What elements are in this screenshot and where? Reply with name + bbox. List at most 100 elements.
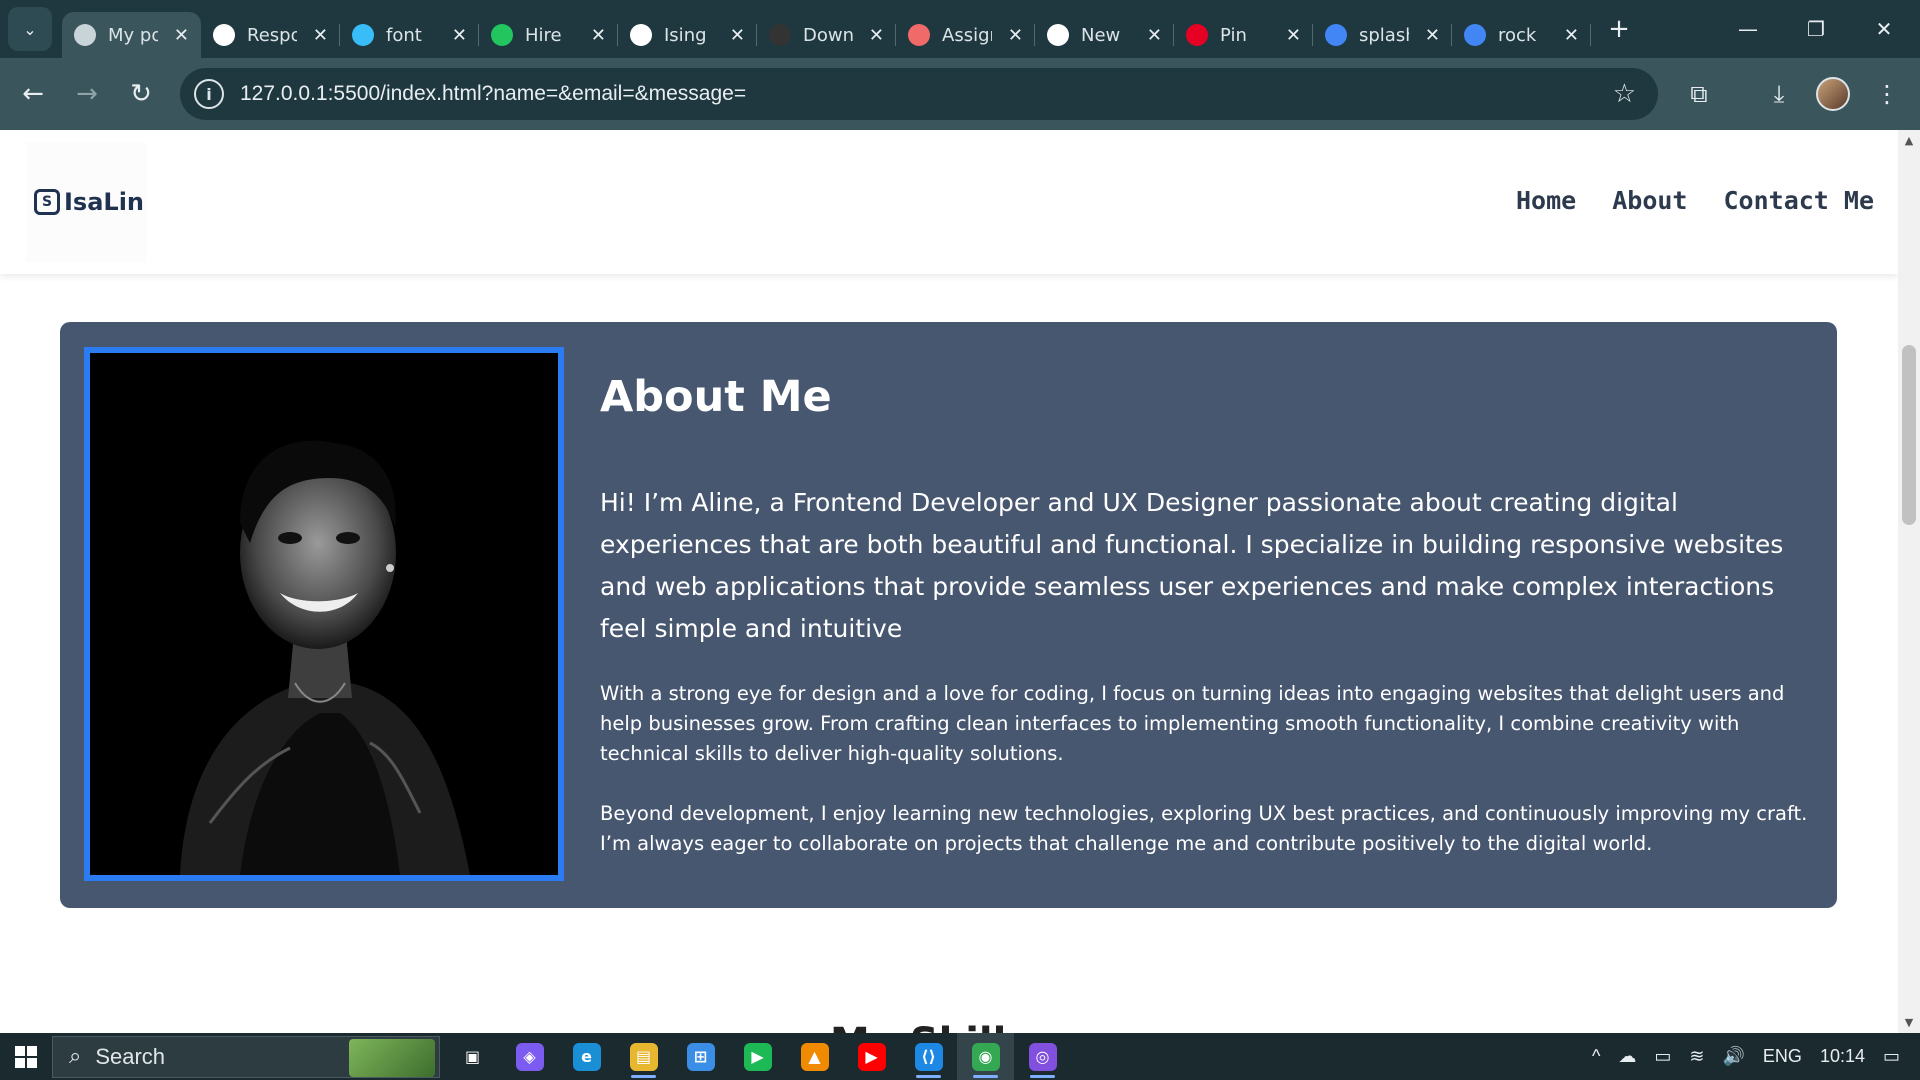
nav-link-about[interactable]: About xyxy=(1612,186,1687,215)
back-button[interactable]: ← xyxy=(6,67,60,121)
address-bar[interactable]: i 127.0.0.1:5500/index.html?name=&email=… xyxy=(180,68,1658,120)
tab-close-icon[interactable]: ✕ xyxy=(1286,25,1301,46)
volume-icon[interactable]: 🔊 xyxy=(1723,1046,1745,1067)
task-view-icon: ▣ xyxy=(464,1047,481,1066)
browser-menu-icon[interactable]: ⋮ xyxy=(1860,58,1914,130)
nav-link-contact[interactable]: Contact Me xyxy=(1723,186,1874,215)
browser-tab[interactable]: New ✕ xyxy=(1035,12,1174,58)
language-indicator[interactable]: ENG xyxy=(1763,1046,1802,1067)
tab-title: splash xyxy=(1359,24,1409,46)
browser-tab[interactable]: Download ✕ xyxy=(757,12,896,58)
forward-button[interactable]: → xyxy=(60,67,114,121)
tab-title: Ising xyxy=(664,24,707,46)
youtube-icon: ▶ xyxy=(857,1042,886,1071)
file-explorer-icon: ▤ xyxy=(629,1042,658,1071)
google-icon xyxy=(1325,24,1347,46)
tab-title: New xyxy=(1081,24,1121,46)
taskbar-app[interactable]: ▶ xyxy=(729,1033,786,1080)
taskbar-app[interactable]: ⊞ xyxy=(672,1033,729,1080)
tab-close-icon[interactable]: ✕ xyxy=(1425,25,1440,46)
tab-close-icon[interactable]: ✕ xyxy=(730,25,745,46)
store-icon: ⊞ xyxy=(686,1042,715,1071)
tab-close-icon[interactable]: ✕ xyxy=(452,25,467,46)
taskbar-app[interactable]: ▲ xyxy=(786,1033,843,1080)
tab-title: Assignment xyxy=(942,24,992,46)
asana-icon xyxy=(908,24,930,46)
about-section: About Me Hi! I’m Aline, a Frontend Devel… xyxy=(60,322,1837,908)
copilot-icon: ◈ xyxy=(515,1042,544,1071)
start-button[interactable] xyxy=(0,1033,52,1080)
windows-taskbar: ⌕ Search ▣ ◈ e ▤ ⊞ ▶ ▲ ▶ ⟨⟩ ◉ ◎ ^ ☁ ▭ ≋ 🔊 ENG 10:1… xyxy=(0,1033,1920,1080)
tab-close-icon[interactable]: ✕ xyxy=(1564,25,1579,46)
taskbar-app[interactable]: ▶ xyxy=(843,1033,900,1080)
about-paragraph-3: Beyond development, I enjoy learning new… xyxy=(600,802,1808,855)
edge-icon: e xyxy=(572,1042,601,1071)
tab-title: Hire xyxy=(525,24,562,46)
onedrive-icon[interactable]: ☁ xyxy=(1618,1046,1636,1067)
taskbar-app[interactable]: ⟨⟩ xyxy=(900,1033,957,1080)
openai-icon xyxy=(213,24,235,46)
restore-button[interactable]: ❐ xyxy=(1782,0,1850,58)
window-close-button[interactable]: ✕ xyxy=(1850,0,1918,58)
browser-tab[interactable]: Pin ✕ xyxy=(1174,12,1313,58)
tab-separator xyxy=(1590,24,1591,46)
play-store-icon: ▶ xyxy=(743,1042,772,1071)
browser-tab[interactable]: Responsive ✕ xyxy=(201,12,340,58)
minimize-button[interactable]: — xyxy=(1714,0,1782,58)
about-lead-paragraph: Hi! I’m Aline, a Frontend Developer and … xyxy=(600,488,1784,643)
scroll-up-arrow-icon[interactable]: ▲ xyxy=(1898,134,1920,147)
scrollbar-thumb[interactable] xyxy=(1902,345,1916,525)
clock[interactable]: 10:14 xyxy=(1820,1046,1865,1067)
tab-title: rock xyxy=(1498,24,1537,46)
browser-tab[interactable]: Assignment ✕ xyxy=(896,12,1035,58)
bookmark-star-icon[interactable]: ☆ xyxy=(1613,79,1636,109)
tab-close-icon[interactable]: ✕ xyxy=(1147,25,1162,46)
taskbar-app[interactable]: ▣ xyxy=(444,1033,501,1080)
site-info-icon[interactable]: i xyxy=(194,79,224,109)
url-text[interactable]: 127.0.0.1:5500/index.html?name=&email=&m… xyxy=(240,82,746,106)
tab-title: Responsive xyxy=(247,24,297,46)
hire-icon xyxy=(491,24,513,46)
taskbar-app[interactable]: ◈ xyxy=(501,1033,558,1080)
tab-close-icon[interactable]: ✕ xyxy=(313,25,328,46)
extensions-icon[interactable]: ⧉ xyxy=(1672,58,1726,130)
browser-tab[interactable]: Ising ✕ xyxy=(618,12,757,58)
openai-icon xyxy=(1047,24,1069,46)
download-icon[interactable]: ⤓ xyxy=(1752,58,1806,130)
browser-tab[interactable]: Hire ✕ xyxy=(479,12,618,58)
about-title: About Me xyxy=(600,372,832,422)
about-paragraph-2: With a strong eye for design and a love … xyxy=(600,682,1785,765)
page-scrollbar[interactable]: ▲ ▼ xyxy=(1898,130,1920,1033)
browser-tab[interactable]: rock ✕ xyxy=(1452,12,1591,58)
new-tab-button[interactable]: + xyxy=(1599,9,1639,49)
taskbar-apps: ▣ ◈ e ▤ ⊞ ▶ ▲ ▶ ⟨⟩ ◉ ◎ xyxy=(444,1033,1071,1080)
wifi-icon[interactable]: ≋ xyxy=(1689,1046,1704,1067)
battery-icon[interactable]: ▭ xyxy=(1654,1046,1671,1067)
tab-search-button[interactable]: ⌄ xyxy=(8,7,52,51)
tab-close-icon[interactable]: ✕ xyxy=(869,25,884,46)
profile-avatar[interactable] xyxy=(1806,58,1860,130)
page-viewport: S IsaLin Home About Contact Me About Me … xyxy=(0,130,1898,1033)
tab-close-icon[interactable]: ✕ xyxy=(1008,25,1023,46)
notifications-icon[interactable]: ▭ xyxy=(1883,1046,1900,1067)
chrome-icon: ◉ xyxy=(971,1042,1000,1071)
tab-strip: My portfolio ✕ Responsive ✕ font ✕ Hire ✕ Ising ✕… xyxy=(62,0,1591,58)
site-logo[interactable]: S IsaLin xyxy=(26,142,146,262)
browser-tab[interactable]: splash ✕ xyxy=(1313,12,1452,58)
portrait-image xyxy=(90,353,558,875)
tray-chevron-icon[interactable]: ^ xyxy=(1592,1046,1600,1067)
browser-tab[interactable]: My portfolio ✕ xyxy=(62,12,201,58)
tab-close-icon[interactable]: ✕ xyxy=(591,25,606,46)
tab-close-icon[interactable]: ✕ xyxy=(174,25,189,46)
browser-tab[interactable]: font ✕ xyxy=(340,12,479,58)
tab-title: My portfolio xyxy=(108,24,158,46)
taskbar-app[interactable]: ▤ xyxy=(615,1033,672,1080)
taskbar-app[interactable]: ◎ xyxy=(1014,1033,1071,1080)
github-icon xyxy=(630,24,652,46)
reload-button[interactable]: ↻ xyxy=(114,67,168,121)
scroll-down-arrow-icon[interactable]: ▼ xyxy=(1898,1016,1920,1029)
taskbar-app[interactable]: e xyxy=(558,1033,615,1080)
nav-link-home[interactable]: Home xyxy=(1516,186,1576,215)
taskbar-app[interactable]: ◉ xyxy=(957,1033,1014,1080)
taskbar-search[interactable]: ⌕ Search xyxy=(52,1035,440,1078)
